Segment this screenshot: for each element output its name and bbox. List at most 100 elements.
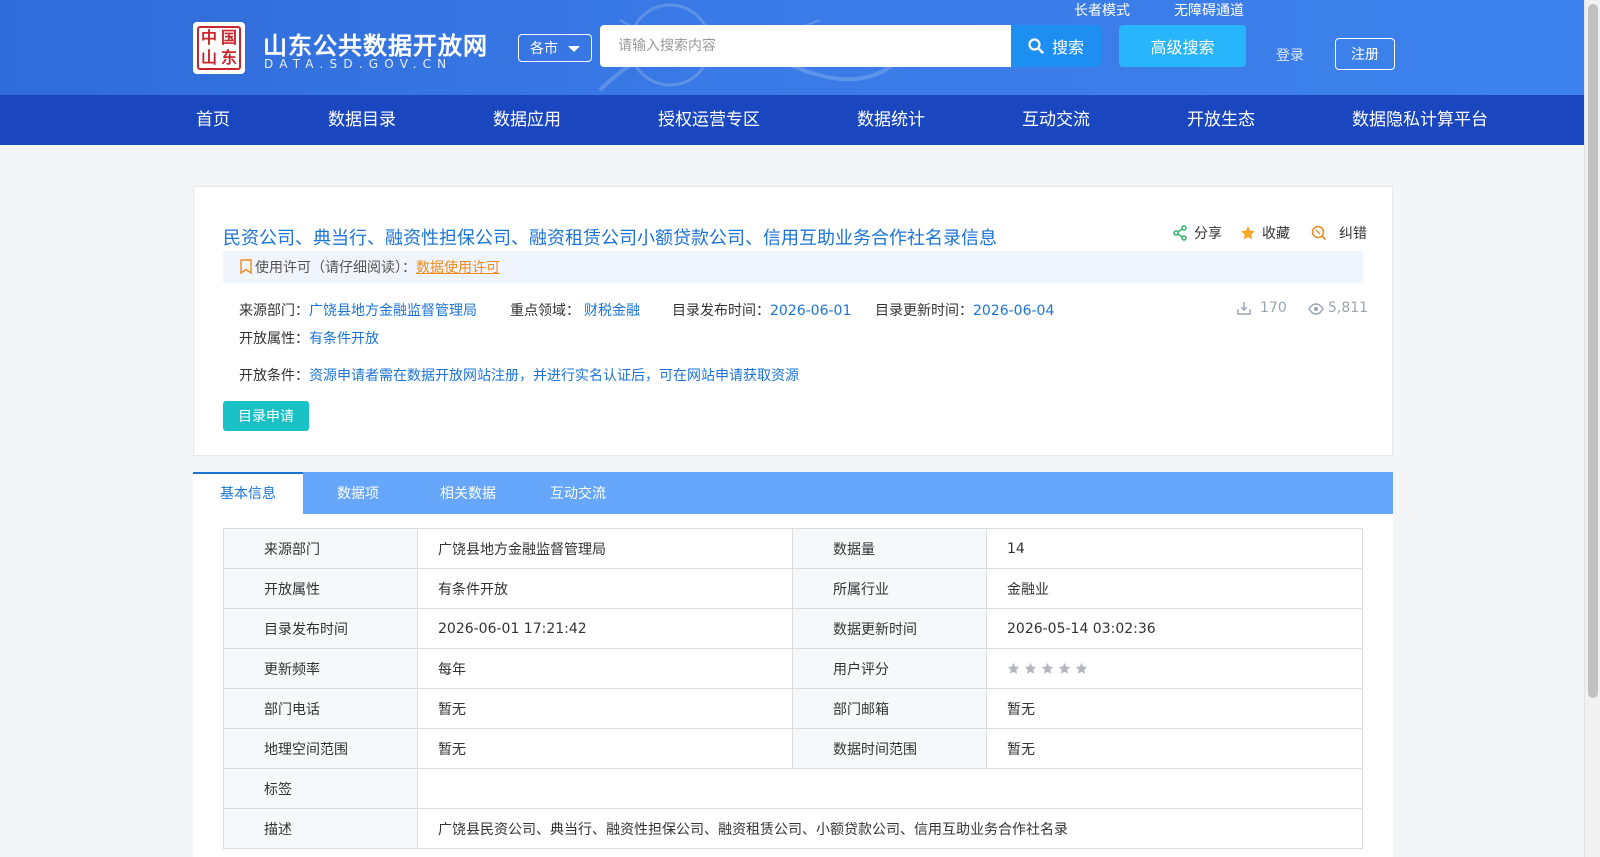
- city-select[interactable]: 各市: [518, 34, 592, 62]
- search-icon: [1028, 38, 1044, 54]
- share-button[interactable]: 分享: [1172, 223, 1222, 243]
- nav-item-authorized-ops[interactable]: 授权运营专区: [658, 95, 760, 145]
- city-select-label: 各市: [530, 41, 558, 57]
- info-value: 14: [986, 528, 1363, 569]
- error-correct-icon: [1311, 225, 1327, 241]
- site-title[interactable]: 山东公共数据开放网: [263, 26, 488, 61]
- login-link[interactable]: 登录: [1276, 45, 1304, 65]
- advanced-search-button[interactable]: 高级搜索: [1119, 25, 1246, 67]
- detail-tabs: 基本信息 数据项 相关数据 互动交流: [193, 472, 1393, 514]
- info-key: 开放属性: [223, 568, 418, 609]
- meta-open-attr: 开放属性：有条件开放: [239, 328, 379, 348]
- meta-open-attr-label: 开放属性：: [239, 331, 309, 347]
- nav-item-catalog[interactable]: 数据目录: [328, 95, 396, 145]
- scrollbar-thumb[interactable]: [1588, 4, 1598, 698]
- rating-star-icon[interactable]: [1024, 662, 1037, 675]
- license-link[interactable]: 数据使用许可: [416, 257, 500, 277]
- table-row: 部门电话 暂无 部门邮箱 暂无: [223, 688, 1363, 729]
- info-key: 部门电话: [223, 688, 418, 729]
- star-icon: [1241, 226, 1255, 240]
- meta-open-cond-label: 开放条件：: [239, 368, 309, 384]
- meta-update-value: 2026-06-04: [973, 303, 1055, 319]
- meta-source: 来源部门：广饶县地方金融监督管理局: [239, 300, 477, 320]
- seal-char: 东: [220, 48, 237, 67]
- rating-stars[interactable]: [1007, 662, 1342, 675]
- search-input[interactable]: [600, 25, 1011, 67]
- site-logo-seal[interactable]: 中 国 山 东: [193, 22, 245, 74]
- info-key: 用户评分: [792, 648, 987, 689]
- dataset-summary-card: 民资公司、典当行、融资性担保公司、融资租赁公司小额贷款公司、信用互助业务合作社名…: [193, 186, 1393, 456]
- license-bar: 使用许可（请仔细阅读）： 数据使用许可: [223, 251, 1363, 283]
- basic-info-table: 来源部门 广饶县地方金融监督管理局 数据量 14 开放属性 有条件开放 所属行业…: [223, 528, 1363, 849]
- meta-update-label: 目录更新时间：: [875, 303, 973, 319]
- tab-interaction[interactable]: 互动交流: [523, 472, 633, 514]
- nav-item-home[interactable]: 首页: [196, 95, 230, 145]
- nav-item-ecosystem[interactable]: 开放生态: [1187, 95, 1255, 145]
- site-domain: DATA.SD.GOV.CN: [264, 57, 453, 71]
- seal-char: 中: [200, 28, 217, 47]
- nav-item-privacy-computing[interactable]: 数据隐私计算平台: [1352, 95, 1488, 145]
- info-key: 来源部门: [223, 528, 418, 569]
- info-key: 描述: [223, 808, 418, 849]
- rating-star-icon[interactable]: [1041, 662, 1054, 675]
- nav-item-interaction[interactable]: 互动交流: [1022, 95, 1090, 145]
- info-key: 数据时间范围: [792, 728, 987, 769]
- meta-publish-label: 目录发布时间：: [672, 303, 770, 319]
- info-key: 地理空间范围: [223, 728, 418, 769]
- seal-text: 中 国 山 东: [197, 26, 241, 70]
- table-row: 地理空间范围 暂无 数据时间范围 暂无: [223, 728, 1363, 769]
- info-value: 暂无: [986, 728, 1363, 769]
- info-key: 数据量: [792, 528, 987, 569]
- seal-char: 国: [220, 28, 237, 47]
- info-key: 数据更新时间: [792, 608, 987, 649]
- rating-star-icon[interactable]: [1075, 662, 1088, 675]
- meta-open-condition: 开放条件：资源申请者需在数据开放网站注册，并进行实名认证后，可在网站申请获取资源: [239, 365, 799, 385]
- view-count-value: 5,811: [1328, 300, 1369, 316]
- elder-mode-link[interactable]: 长者模式: [1074, 0, 1130, 20]
- seal-char: 山: [200, 48, 217, 67]
- info-key: 标签: [223, 768, 418, 809]
- meta-domain-label: 重点领域：: [510, 303, 580, 319]
- download-icon: [1237, 302, 1251, 315]
- meta-domain-value: 财税金融: [584, 303, 640, 319]
- eye-icon: [1308, 303, 1324, 315]
- tab-data-items[interactable]: 数据项: [303, 472, 413, 514]
- table-row: 来源部门 广饶县地方金融监督管理局 数据量 14: [223, 528, 1363, 569]
- table-row: 开放属性 有条件开放 所属行业 金融业: [223, 568, 1363, 609]
- catalog-apply-button[interactable]: 目录申请: [223, 401, 309, 431]
- report-error-button[interactable]: 纠错: [1311, 223, 1367, 243]
- info-value: 每年: [417, 648, 793, 689]
- rating-star-icon[interactable]: [1058, 662, 1071, 675]
- meta-update-time: 目录更新时间：2026-06-04: [875, 300, 1054, 320]
- meta-source-label: 来源部门：: [239, 303, 309, 319]
- favorite-label: 收藏: [1262, 226, 1290, 242]
- meta-open-cond-value: 资源申请者需在数据开放网站注册，并进行实名认证后，可在网站申请获取资源: [309, 368, 799, 384]
- table-row: 目录发布时间 2026-06-01 17:21:42 数据更新时间 2026-0…: [223, 608, 1363, 649]
- share-icon: [1173, 225, 1187, 241]
- nav-item-statistics[interactable]: 数据统计: [857, 95, 925, 145]
- info-value: 暂无: [986, 688, 1363, 729]
- rating-star-icon[interactable]: [1007, 662, 1020, 675]
- tags-value: [417, 768, 1363, 809]
- favorite-button[interactable]: 收藏: [1240, 223, 1290, 243]
- info-value: 2026-05-14 03:02:36: [986, 608, 1363, 649]
- user-rating: [986, 648, 1363, 689]
- view-count: 5,811: [1308, 300, 1368, 316]
- info-value: 2026-06-01 17:21:42: [417, 608, 793, 649]
- tab-related-data[interactable]: 相关数据: [413, 472, 523, 514]
- info-value: 有条件开放: [417, 568, 793, 609]
- tab-basic-info[interactable]: 基本信息: [193, 472, 303, 514]
- page-scrollbar[interactable]: [1584, 0, 1600, 857]
- site-header: 中 国 山 东 山东公共数据开放网 DATA.SD.GOV.CN 各市 搜索 高…: [0, 0, 1584, 95]
- meta-open-attr-value: 有条件开放: [309, 331, 379, 347]
- register-button[interactable]: 注册: [1335, 38, 1395, 70]
- meta-publish-time: 目录发布时间：2026-06-01: [672, 300, 851, 320]
- bookmark-icon: [240, 259, 252, 275]
- main-nav: 首页 数据目录 数据应用 授权运营专区 数据统计 互动交流 开放生态 数据隐私计…: [0, 95, 1584, 145]
- dataset-title: 民资公司、典当行、融资性担保公司、融资租赁公司小额贷款公司、信用互助业务合作社名…: [223, 228, 997, 249]
- search-button[interactable]: 搜索: [1011, 25, 1101, 67]
- accessibility-link[interactable]: 无障碍通道: [1174, 0, 1244, 20]
- info-value: 金融业: [986, 568, 1363, 609]
- meta-domain: 重点领域： 财税金融: [510, 300, 640, 320]
- nav-item-apps[interactable]: 数据应用: [493, 95, 561, 145]
